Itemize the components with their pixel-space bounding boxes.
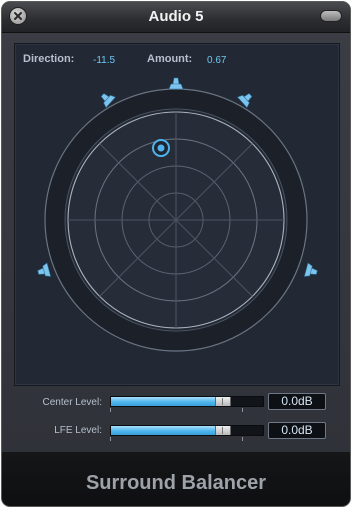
plugin-name: Surround Balancer [85, 472, 267, 494]
toolbar-toggle-button[interactable] [321, 11, 341, 21]
surround-panner[interactable] [15, 44, 339, 385]
window-title: Audio 5 [148, 8, 204, 25]
plugin-window: Audio 5 Direction: -11.5 Amount: 0.67 Ce… [2, 2, 350, 506]
plugin-body: Direction: -11.5 Amount: 0.67 Center Lev… [2, 33, 350, 452]
center-level-value-field[interactable]: 0.0dB [268, 393, 326, 410]
center-level-thumb[interactable] [215, 397, 231, 406]
plugin-footer: Surround Balancer [2, 452, 350, 506]
slider-tick [110, 408, 111, 412]
lfe-level-label: LFE Level: [54, 425, 102, 436]
left-surround-speaker-icon[interactable] [36, 262, 52, 279]
right-front-speaker-icon[interactable] [237, 90, 256, 109]
slider-tick [242, 437, 243, 441]
lfe-level-value-field[interactable]: 0.0dB [268, 422, 326, 439]
right-surround-speaker-icon[interactable] [303, 262, 318, 279]
radial-grid [68, 112, 284, 328]
surround-panner-panel[interactable]: Direction: -11.5 Amount: 0.67 [14, 43, 340, 386]
center-level-slider[interactable] [110, 396, 264, 407]
lfe-level-slider[interactable] [110, 425, 264, 436]
slider-tick [242, 408, 243, 412]
center-level-label: Center Level: [42, 397, 102, 408]
center-speaker-icon[interactable] [168, 77, 184, 90]
title-bar[interactable]: Audio 5 [2, 2, 350, 33]
lfe-level-fill [111, 426, 217, 435]
lfe-level-thumb[interactable] [215, 426, 231, 435]
center-level-fill [111, 397, 217, 406]
slider-tick [110, 437, 111, 441]
pan-position-knob[interactable] [152, 139, 170, 157]
